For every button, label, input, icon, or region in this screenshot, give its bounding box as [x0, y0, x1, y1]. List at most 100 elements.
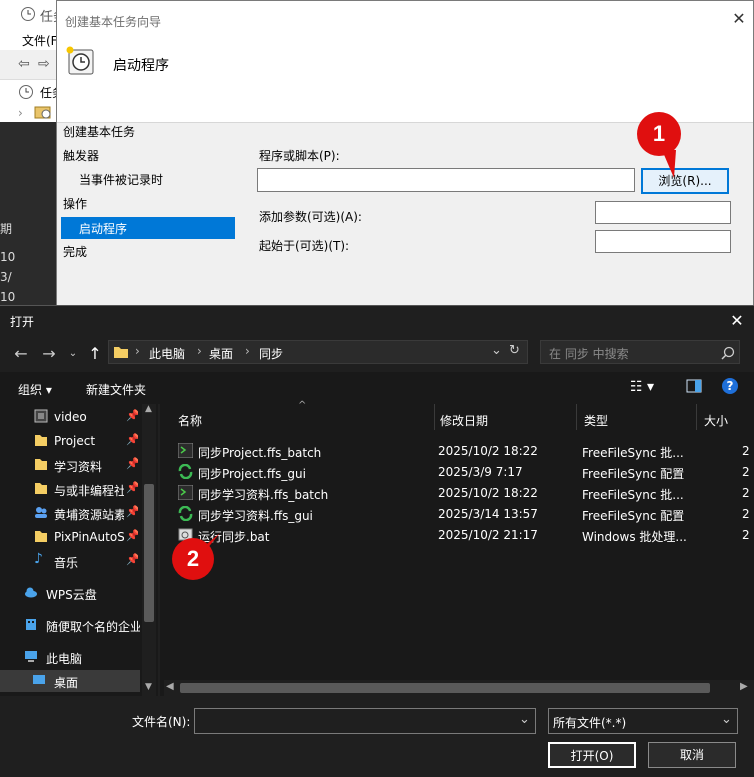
args-input[interactable] [595, 201, 731, 224]
sidebar-item-enterprise[interactable]: 随便取个名的企业 [0, 614, 142, 636]
scrollbar-thumb[interactable] [180, 683, 710, 693]
view-options-icon[interactable]: ☷ ▾ [630, 379, 654, 395]
sidebar-item-wps-cloud[interactable]: WPS云盘 [0, 582, 142, 604]
column-header-size[interactable]: 大小 [704, 412, 728, 429]
file-row[interactable]: 同步学习资料.ffs_batch 2025/10/2 18:22 FreeFil… [174, 482, 754, 503]
bg-col-fragment: 期 [0, 222, 13, 236]
file-type: FreeFileSync 批... [582, 446, 684, 460]
scroll-down-icon[interactable]: ▼ [145, 682, 152, 692]
file-type: FreeFileSync 配置 [582, 467, 685, 481]
sidebar-item-label: 黄埔资源站素 [54, 508, 124, 522]
cancel-button[interactable]: 取消 [648, 742, 736, 768]
bg-col-fragment: 10 [0, 290, 16, 304]
up-arrow-icon[interactable]: ↑ [84, 343, 106, 365]
column-divider[interactable] [696, 404, 697, 430]
address-bar[interactable]: › 此电脑 › 桌面 › 同步 ⌄ ↻ [108, 340, 528, 364]
folder-icon [35, 459, 47, 470]
sidebar-item-pixpin[interactable]: PixPinAutoSa 📌 [0, 526, 138, 548]
breadcrumb-desktop[interactable]: 桌面 [209, 345, 233, 362]
scroll-left-icon[interactable]: ◀ [166, 681, 174, 692]
sidebar-item-project[interactable]: Project 📌 [0, 430, 138, 452]
file-date: 2025/3/9 7:17 [438, 465, 523, 479]
search-box[interactable]: 在 同步 中搜索 [540, 340, 740, 364]
forward-arrow-icon[interactable]: ⇨ [38, 56, 50, 72]
close-icon[interactable]: ✕ [726, 310, 748, 332]
forward-arrow-icon[interactable]: → [38, 343, 60, 365]
sidebar-item-study[interactable]: 学习资料 📌 [0, 454, 138, 476]
pin-icon: 📌 [126, 409, 138, 422]
scroll-up-icon[interactable]: ▲ [145, 404, 152, 414]
file-row[interactable]: 同步Project.ffs_batch 2025/10/2 18:22 Free… [174, 440, 754, 461]
organize-label: 组织 [18, 383, 43, 397]
wizard-header: 启动程序 [57, 39, 753, 123]
chevron-down-icon[interactable]: ⌄ [491, 343, 502, 358]
sidebar-item-label: WPS云盘 [46, 588, 97, 602]
sidebar-item-this-pc[interactable]: 此电脑 [0, 646, 142, 668]
bg-list-strip: 期 10 3/ 10 [0, 122, 60, 312]
computer-icon [25, 651, 37, 662]
bg-col-fragment: 10 [0, 250, 16, 264]
breadcrumb-this-pc[interactable]: 此电脑 [149, 345, 185, 362]
open-dialog-titlebar: 打开 ✕ [0, 306, 754, 336]
crumb-separator-icon: › [135, 344, 140, 358]
step-trigger[interactable]: 触发器 [63, 147, 99, 164]
breadcrumb-sync[interactable]: 同步 [259, 345, 283, 362]
step-event-logged[interactable]: 当事件被记录时 [79, 171, 163, 188]
column-header-name[interactable]: 名称 [178, 412, 202, 429]
sidebar-item-label: 音乐 [54, 556, 79, 570]
organize-button[interactable]: 组织 ▾ [18, 381, 52, 398]
sidebar-item-music[interactable]: ♪ 音乐 📌 [0, 550, 138, 572]
step-finish[interactable]: 完成 [63, 243, 87, 260]
pin-icon: 📌 [126, 481, 138, 494]
sync-icon [178, 506, 193, 521]
file-name: 同步学习资料.ffs_gui [198, 509, 313, 523]
sidebar-item-desktop[interactable]: 桌面 [0, 670, 140, 692]
sidebar-item-label: 与或非编程社 [54, 484, 124, 498]
start-in-input[interactable] [595, 230, 731, 253]
refresh-icon[interactable]: ↻ [509, 343, 520, 358]
back-arrow-icon[interactable]: ← [10, 343, 32, 365]
step-start-program[interactable]: 启动程序 [61, 217, 235, 239]
chevron-down-icon[interactable]: ⌄ [519, 712, 530, 727]
close-icon[interactable]: ✕ [729, 9, 749, 29]
program-input[interactable] [257, 168, 635, 192]
open-button[interactable]: 打开(O) [548, 742, 636, 768]
back-arrow-icon[interactable]: ⇦ [18, 56, 30, 72]
chevron-right-icon[interactable]: › [18, 106, 23, 120]
step-create-basic-task[interactable]: 创建基本任务 [63, 123, 135, 140]
sidebar-item-coding-club[interactable]: 与或非编程社 📌 [0, 478, 138, 500]
navigation-pane: video 📌 Project 📌 学习资料 📌 与或非编程社 📌 黄埔资源站素… [0, 404, 158, 696]
cloud-icon [25, 587, 37, 598]
preview-pane-icon[interactable] [686, 379, 702, 396]
browse-button[interactable]: 浏览(R)... [641, 168, 729, 194]
filename-input[interactable]: ⌄ [194, 708, 536, 734]
folder-icon [114, 347, 128, 358]
sidebar-item-video[interactable]: video 📌 [0, 406, 138, 428]
new-folder-button[interactable]: 新建文件夹 [86, 381, 146, 398]
step-action[interactable]: 操作 [63, 195, 87, 212]
bg-col-fragment: 3/ [0, 270, 12, 284]
search-placeholder: 在 同步 中搜索 [549, 347, 629, 361]
sidebar-item-huangpu[interactable]: 黄埔资源站素 📌 [0, 502, 138, 524]
filetype-select[interactable]: 所有文件(*.*) ⌄ [548, 708, 738, 734]
file-row[interactable]: 同步Project.ffs_gui 2025/3/9 7:17 FreeFile… [174, 461, 754, 482]
column-divider[interactable] [576, 404, 577, 430]
horizontal-scrollbar[interactable]: ◀ ▶ [164, 680, 754, 696]
file-row[interactable]: 同步学习资料.ffs_gui 2025/3/14 13:57 FreeFileS… [174, 503, 754, 524]
help-icon[interactable]: ? [722, 378, 738, 394]
scroll-right-icon[interactable]: ▶ [740, 681, 748, 692]
bg-menu-file[interactable]: 文件(F [22, 32, 58, 49]
filename-label: 文件名(N): [132, 715, 191, 729]
file-date: 2025/10/2 21:17 [438, 528, 538, 542]
sidebar-scrollbar[interactable]: ▲ ▼ [142, 404, 156, 696]
file-size: 2 [742, 528, 750, 542]
task-folder-icon [34, 106, 51, 119]
column-divider[interactable] [434, 404, 435, 430]
scrollbar-thumb[interactable] [144, 484, 154, 622]
start-in-label: 起始于(可选)(T): [259, 239, 350, 253]
recent-chevron-icon[interactable]: ⌄ [62, 343, 84, 365]
column-header-type[interactable]: 类型 [584, 412, 608, 429]
column-header-date[interactable]: 修改日期 [440, 412, 488, 429]
file-row[interactable]: 运行同步.bat 2025/10/2 21:17 Windows 批处理... … [174, 524, 754, 545]
program-label: 程序或脚本(P): [259, 149, 340, 163]
